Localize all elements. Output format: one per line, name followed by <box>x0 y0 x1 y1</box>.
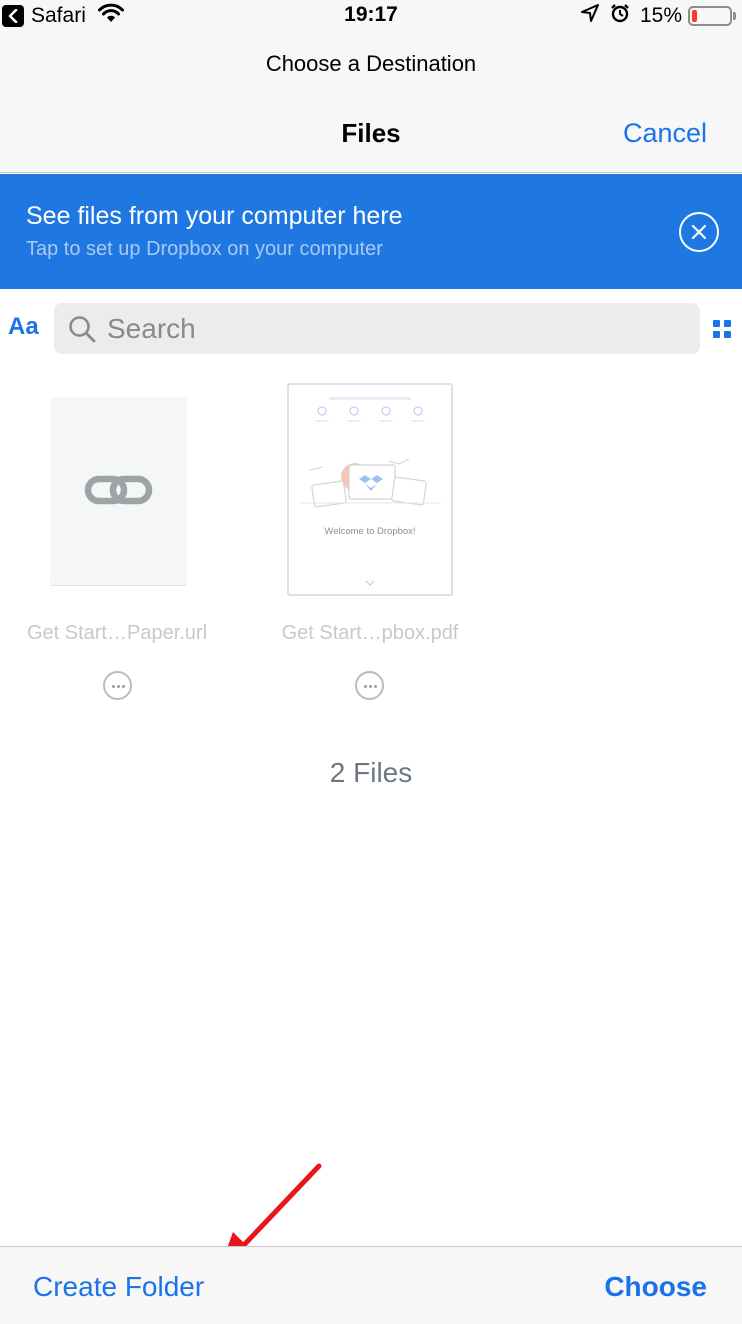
close-icon <box>691 224 707 240</box>
grid-view-icon[interactable] <box>713 320 731 343</box>
file-name[interactable]: Get Start…Paper.url <box>10 622 224 645</box>
desktop-setup-banner[interactable]: See files from your computer here Tap to… <box>0 174 742 289</box>
file-thumbnail-url[interactable] <box>50 397 187 585</box>
file-name[interactable]: Get Start…pbox.pdf <box>260 622 480 645</box>
more-options-icon[interactable] <box>355 671 384 700</box>
file-thumbnail-pdf[interactable]: Welcome to Dropbox! <box>287 383 453 596</box>
battery-nub <box>733 11 736 20</box>
bottom-toolbar: Create Folder Choose <box>0 1246 742 1324</box>
location-icon <box>580 3 600 28</box>
destination-prompt: Choose a Destination <box>265 51 477 76</box>
banner-subtitle: Tap to set up Dropbox on your computer <box>26 238 383 260</box>
cancel-button[interactable]: Cancel <box>623 118 707 149</box>
battery-level <box>692 9 697 22</box>
status-bar: Safari 19:17 15% <box>0 0 742 32</box>
close-banner-button[interactable] <box>679 212 719 252</box>
svg-text:Welcome to Dropbox!: Welcome to Dropbox! <box>324 526 415 537</box>
alarm-icon <box>610 3 630 28</box>
create-folder-button[interactable]: Create Folder <box>33 1271 204 1303</box>
text-size-button[interactable]: Aa <box>8 313 39 341</box>
pdf-preview-image: Welcome to Dropbox! <box>299 397 441 586</box>
search-field[interactable]: Search <box>54 303 700 354</box>
search-icon <box>68 315 96 348</box>
navigation-bar: Choose a Destination Files Cancel <box>0 32 742 173</box>
more-options-icon[interactable] <box>103 671 132 700</box>
file-count: 2 Files <box>329 757 413 788</box>
battery-percent: 15% <box>639 3 682 27</box>
choose-button[interactable]: Choose <box>604 1271 707 1303</box>
battery-icon <box>688 5 732 26</box>
banner-title: See files from your computer here <box>26 202 403 230</box>
link-icon <box>84 475 153 505</box>
search-placeholder: Search <box>107 313 196 344</box>
